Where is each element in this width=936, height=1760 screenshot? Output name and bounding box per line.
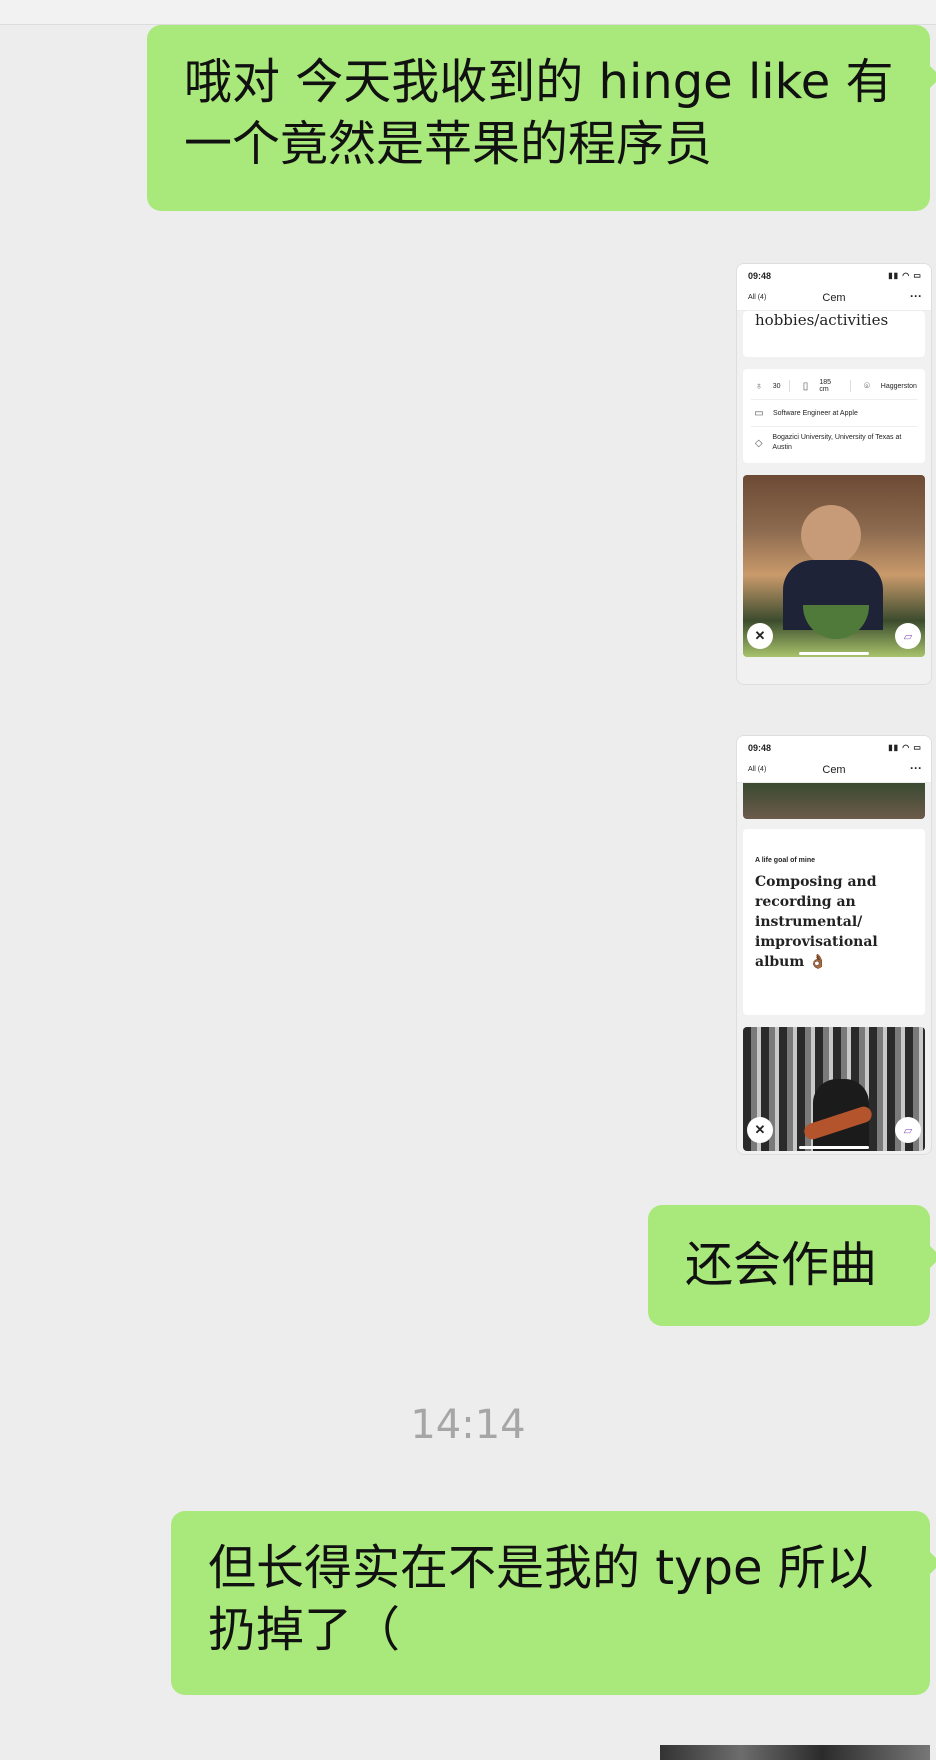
job-icon: ▭ — [754, 407, 764, 419]
status-icons: ▮▮ ◠ ▭ — [888, 271, 922, 280]
profile-nav-bar: All (4) Cem ··· — [737, 760, 931, 783]
status-icons: ▮▮ ◠ ▭ — [888, 743, 922, 752]
message-text: 还会作曲 — [685, 1237, 878, 1293]
message-text: 但长得实在不是我的 type 所以扔掉了（ — [208, 1540, 874, 1658]
prompt-answer: Composing and recording an instrumental/… — [755, 874, 878, 970]
vitals-row: ◇ Bogazici University, University of Tex… — [751, 427, 917, 459]
education-value: Bogazici University, University of Texas… — [772, 434, 902, 451]
message-timestamp: 14:14 — [410, 1402, 526, 1448]
message-bubble[interactable]: 还会作曲 — [648, 1205, 936, 1326]
image-message[interactable]: 09:48 ▮▮ ◠ ▭ All (4) Cem ··· hobbies/act… — [736, 263, 932, 685]
photo-person-head — [801, 505, 861, 565]
divider — [850, 380, 851, 392]
more-icon: ··· — [910, 289, 922, 303]
job-value: Software Engineer at Apple — [773, 409, 858, 417]
image-message[interactable]: 09:48 ▮▮ ◠ ▭ All (4) Cem ··· A life goal… — [736, 735, 932, 1155]
status-time: 09:48 — [748, 271, 772, 281]
age-value: 30 — [772, 382, 781, 390]
profile-photo: ✕ ▱ — [743, 1027, 925, 1151]
profile-photo-partial — [743, 783, 925, 819]
top-divider — [0, 0, 936, 25]
message-bubble[interactable]: 但长得实在不是我的 type 所以扔掉了（ — [171, 1511, 936, 1695]
vitals-row: ▭ Software Engineer at Apple — [751, 400, 917, 427]
location-value: Haggerston — [880, 382, 917, 390]
home-indicator — [799, 652, 869, 655]
status-bar: 09:48 ▮▮ ◠ ▭ — [737, 736, 931, 760]
message-bubble[interactable]: 哦对 今天我收到的 hinge like 有一个竟然是苹果的程序员 — [147, 25, 936, 211]
status-bar: 09:48 ▮▮ ◠ ▭ — [737, 264, 931, 288]
comment-icon: ▱ — [895, 1117, 921, 1143]
profile-name: Cem — [822, 764, 846, 776]
prompt-text: hobbies/activities — [755, 311, 889, 329]
image-message-partial[interactable] — [660, 1745, 930, 1760]
photo-bowl — [803, 605, 869, 639]
vitals-card: ♁ 30 ▯ 185 cm ⌾ Haggerston ▭ Software En… — [743, 369, 925, 463]
height-value: 185 cm — [819, 379, 832, 393]
education-icon: ◇ — [754, 437, 763, 449]
location-icon: ⌾ — [863, 380, 870, 392]
more-icon: ··· — [910, 761, 922, 775]
divider — [788, 380, 790, 392]
prompt-label: A life goal of mine — [755, 857, 816, 864]
profile-name: Cem — [822, 292, 846, 304]
home-indicator — [799, 1146, 869, 1149]
message-text: 哦对 今天我收到的 hinge like 有一个竟然是苹果的程序员 — [184, 54, 894, 172]
prompt-card: A life goal of mine Composing and record… — [743, 829, 925, 1015]
prompt-card: hobbies/activities — [743, 311, 925, 357]
profile-nav-bar: All (4) Cem ··· — [737, 288, 931, 311]
close-icon: ✕ — [747, 623, 773, 649]
comment-icon: ▱ — [895, 623, 921, 649]
age-icon: ♁ — [755, 380, 763, 392]
vitals-row: ♁ 30 ▯ 185 cm ⌾ Haggerston — [751, 373, 917, 400]
height-icon: ▯ — [802, 380, 809, 392]
close-icon: ✕ — [747, 1117, 773, 1143]
status-time: 09:48 — [748, 743, 772, 753]
profile-photo: ✕ ▱ — [743, 475, 925, 657]
